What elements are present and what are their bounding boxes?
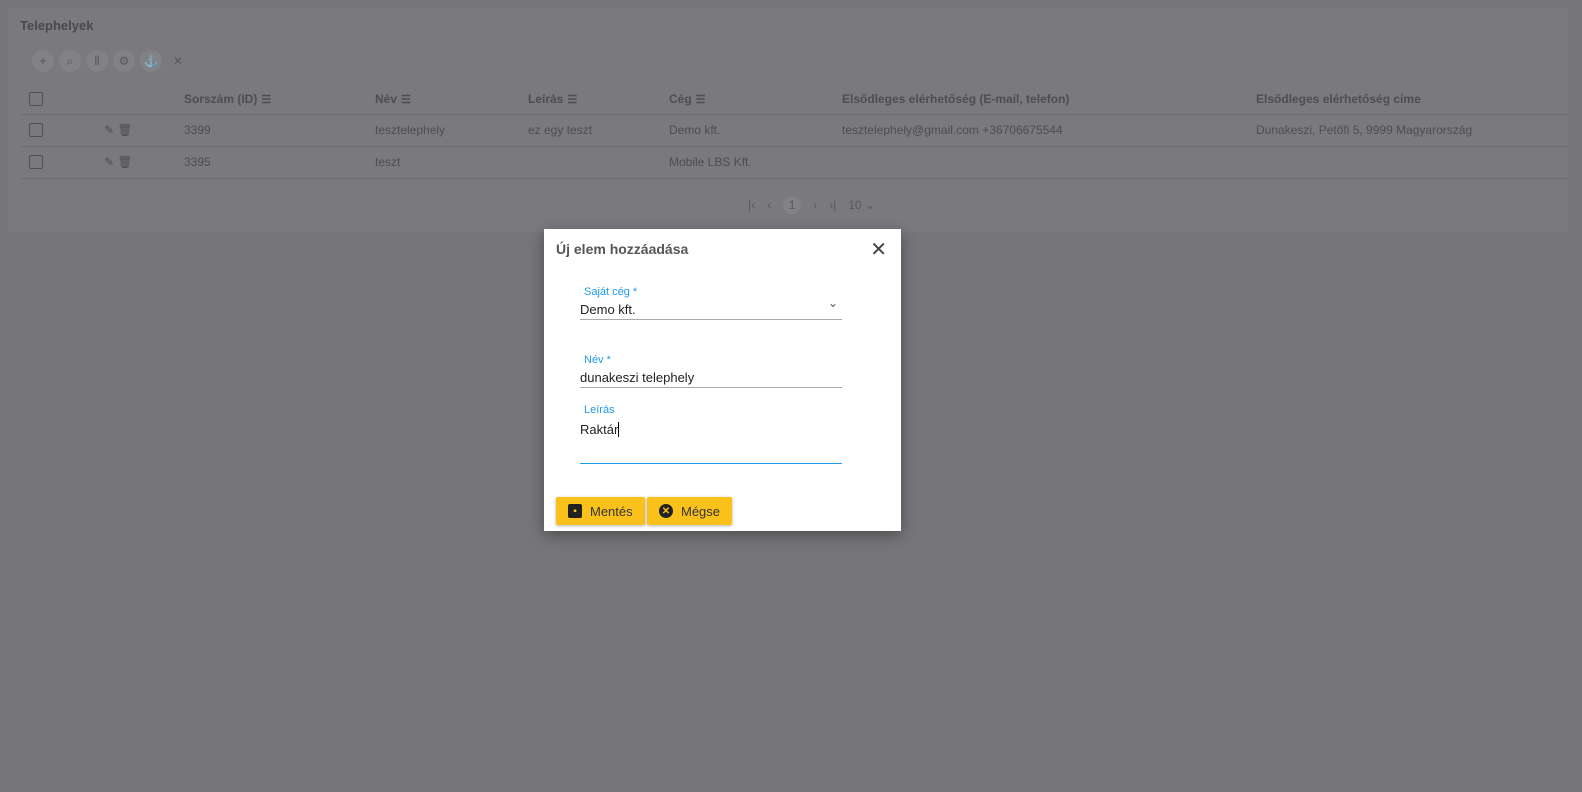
- cancel-icon: ✕: [659, 504, 673, 518]
- add-item-dialog: Új elem hozzáadása ✕ Saját cég * Demo kf…: [544, 229, 901, 531]
- export-icon[interactable]: ⚓: [140, 50, 162, 72]
- next-page-icon[interactable]: ›: [813, 198, 817, 212]
- add-icon[interactable]: +: [32, 50, 54, 72]
- table-row: ✎ 🗑 3395 teszt Mobile LBS Kft.: [20, 146, 1568, 179]
- page-title: Telephelyek: [20, 18, 94, 33]
- toolbar: + ⌕ ⦀ ⚙ ⚓ ✕: [32, 50, 189, 72]
- save-icon: ▪: [568, 504, 582, 518]
- page-size-select[interactable]: 10 ⌄: [848, 198, 875, 212]
- edit-icon[interactable]: ✎: [104, 155, 114, 169]
- col-contact: Elsődleges elérhetőség (E-mail, telefon): [842, 84, 1256, 115]
- gear-icon[interactable]: ⚙: [113, 50, 135, 72]
- cancel-button[interactable]: ✕ Mégse: [647, 497, 733, 525]
- description-textarea[interactable]: Leírás Raktár: [580, 404, 842, 464]
- last-page-icon[interactable]: ›|: [829, 198, 836, 212]
- col-name[interactable]: Név ☰: [375, 84, 528, 115]
- pagination: |‹ ‹ 1 › ›| 10 ⌄: [748, 196, 875, 214]
- close-icon[interactable]: ✕: [870, 237, 887, 262]
- col-company[interactable]: Cég ☰: [669, 84, 842, 115]
- col-id[interactable]: Sorszám (ID) ☰: [184, 84, 375, 115]
- company-select[interactable]: Saját cég * Demo kft. ⌄: [580, 286, 842, 320]
- list-card: Telephelyek + ⌕ ⦀ ⚙ ⚓ ✕ Sorszám (ID) ☰ Né…: [8, 8, 1568, 232]
- page-1-button[interactable]: 1: [783, 196, 802, 214]
- first-page-icon[interactable]: |‹: [748, 198, 755, 212]
- edit-icon[interactable]: ✎: [104, 123, 114, 137]
- columns-icon[interactable]: ⦀: [86, 50, 108, 72]
- chevron-down-icon[interactable]: ⌄: [828, 296, 838, 310]
- table-header: Sorszám (ID) ☰ Név ☰ Leírás ☰ Cég ☰ Elsődleg…: [20, 84, 1568, 115]
- search-icon[interactable]: ⌕: [59, 50, 81, 72]
- name-input[interactable]: Név * dunakeszi telephely: [580, 354, 842, 388]
- save-button[interactable]: ▪ Mentés: [556, 497, 645, 525]
- close-icon[interactable]: ✕: [167, 50, 189, 72]
- select-all-checkbox[interactable]: [29, 92, 43, 107]
- sort-icon[interactable]: ☰: [261, 94, 271, 106]
- data-table: Sorszám (ID) ☰ Név ☰ Leírás ☰ Cég ☰ Elsődleg…: [20, 84, 1568, 179]
- col-address: Elsődleges elérhetőség címe: [1256, 84, 1568, 115]
- delete-icon[interactable]: 🗑: [117, 155, 132, 169]
- prev-page-icon[interactable]: ‹: [767, 198, 771, 212]
- dialog-title: Új elem hozzáadása: [556, 241, 689, 257]
- col-desc[interactable]: Leírás ☰: [528, 84, 669, 115]
- table-row: ✎ 🗑 3399 tesztelephely ez egy teszt Demo kf…: [20, 114, 1568, 147]
- sort-icon[interactable]: ☰: [696, 94, 706, 106]
- sort-icon[interactable]: ☰: [401, 94, 411, 106]
- sort-icon[interactable]: ☰: [567, 94, 577, 106]
- delete-icon[interactable]: 🗑: [117, 123, 132, 137]
- row-checkbox[interactable]: [29, 123, 43, 138]
- row-checkbox[interactable]: [29, 155, 43, 170]
